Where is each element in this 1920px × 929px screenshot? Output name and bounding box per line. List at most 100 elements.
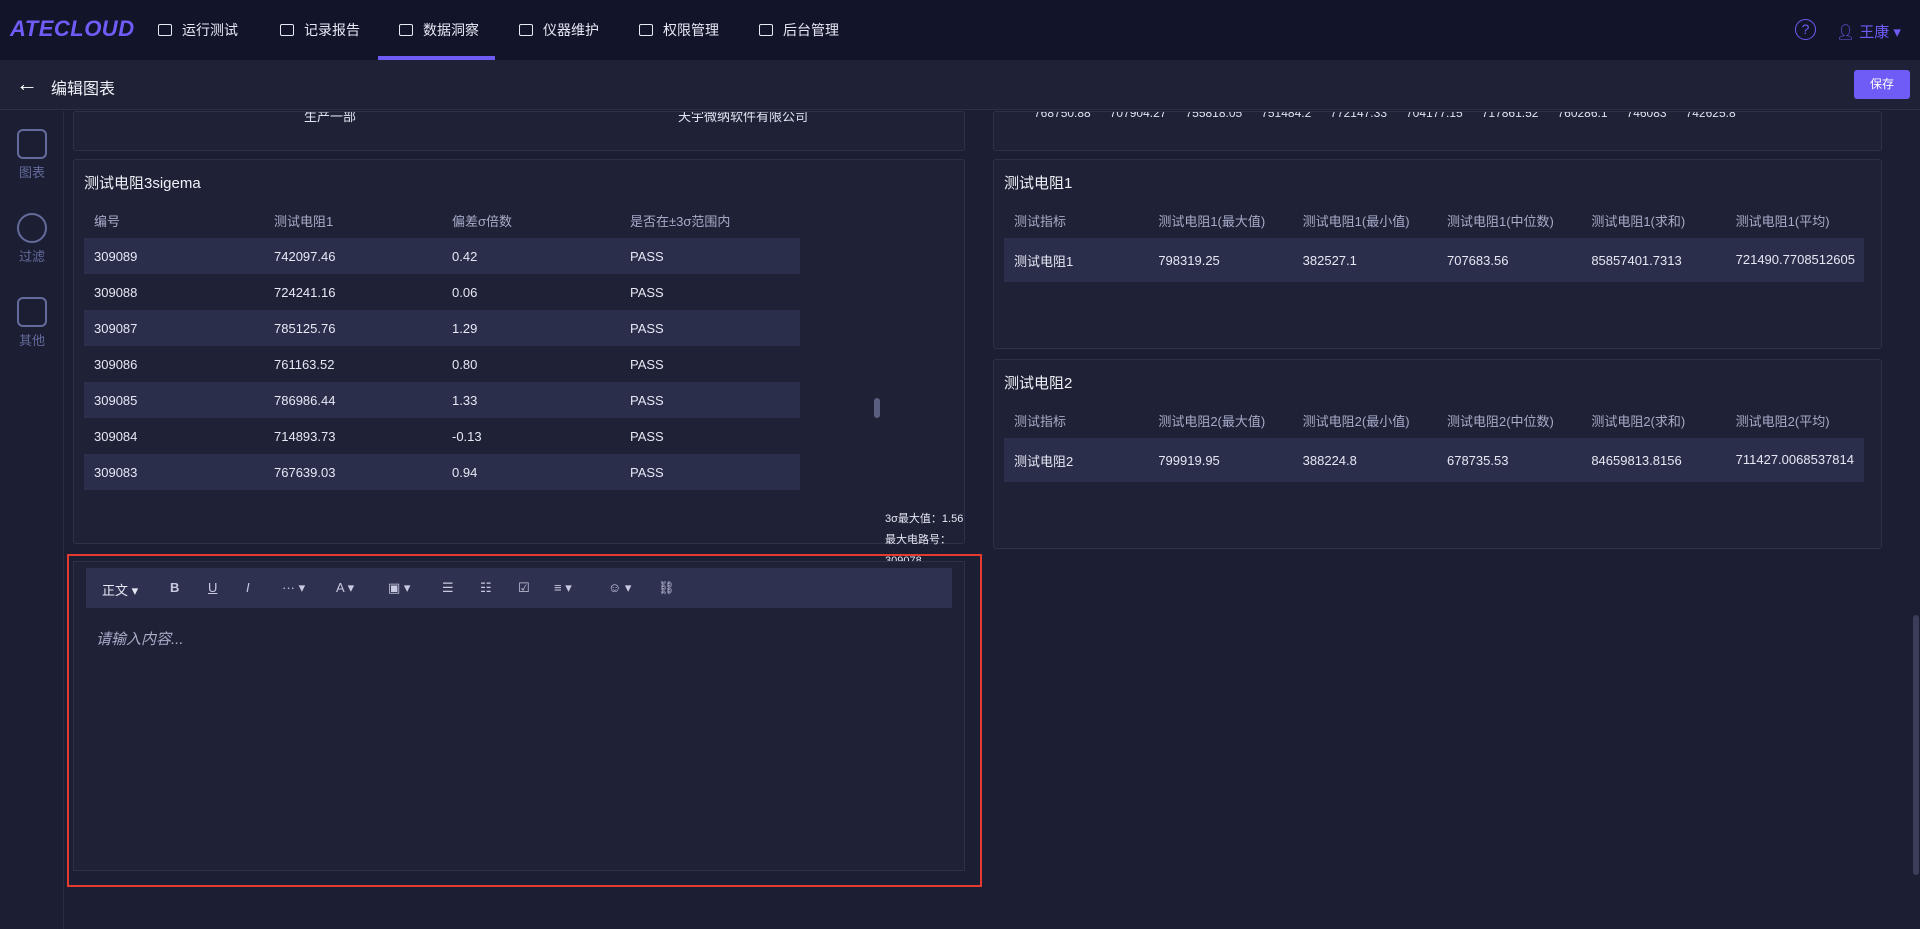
- search-icon: [17, 213, 47, 243]
- nav-label: 数据洞察: [423, 22, 479, 38]
- sigma-table-wrapper[interactable]: 编号 测试电阻1 偏差σ倍数 是否在±3σ范围内 309089 742097.46…: [84, 202, 800, 502]
- nav-record-report[interactable]: 记录报告: [280, 0, 360, 60]
- column-header: 是否在±3σ范围内: [630, 213, 731, 229]
- table-cell: PASS: [620, 418, 800, 454]
- column-header: 测试电阻2(求和): [1591, 413, 1686, 429]
- stat-line: 3σ最大值：1.56: [885, 513, 964, 525]
- partial-data-card: 768750.88 707904.27 755818.05 751484.2 77214…: [993, 111, 1882, 151]
- table-cell: 0.42: [442, 238, 620, 274]
- clipboard-icon: [280, 24, 294, 36]
- gear-icon: [639, 24, 653, 36]
- table-cell: 714893.73: [264, 418, 442, 454]
- sidebar-item-chart[interactable]: 图表: [0, 129, 64, 181]
- table-cell: 1.29: [442, 310, 620, 346]
- table-cell: 707683.56: [1436, 238, 1582, 282]
- sidebar-item-other[interactable]: 其他: [0, 297, 64, 349]
- table-cell: 707904.27: [1109, 111, 1167, 120]
- card-title: 测试电阻3sigema: [84, 175, 201, 192]
- user-name: 王康: [1859, 24, 1890, 41]
- table-cell: 721490.7708512605: [1725, 238, 1864, 282]
- app-logo[interactable]: ATECLOUD: [10, 16, 135, 42]
- table-cell: 711427.0068537814: [1725, 438, 1864, 482]
- sigma-card: 测试电阻3sigema 编号 测试电阻1 偏差σ倍数 是否在±3σ范围内 309…: [73, 159, 965, 777]
- nav-run-test[interactable]: 运行测试: [158, 0, 238, 60]
- user-menu[interactable]: 👤︎ 王康 ▾: [1836, 21, 1901, 42]
- table-cell: 786986.44: [264, 382, 442, 418]
- selection-highlight: [67, 554, 982, 887]
- column-header: 测试指标: [1014, 413, 1067, 429]
- table-cell: 717861.52: [1481, 111, 1539, 120]
- table-cell: 382527.1: [1292, 238, 1437, 282]
- table-cell: 测试电阻1: [1004, 238, 1149, 282]
- partial-table-card: 生产一部 天宇微纳软件有限公司: [73, 111, 965, 151]
- settings-icon: [759, 24, 773, 36]
- table-row[interactable]: 309082791762.671.42PASS: [84, 490, 800, 502]
- table-cell: 724241.16: [264, 274, 442, 310]
- column-header: 测试电阻1(最小值): [1302, 213, 1410, 229]
- sidebar-item-label: 图表: [18, 165, 45, 180]
- back-arrow-icon[interactable]: ←: [16, 73, 38, 95]
- table-cell: 生产一部: [304, 111, 357, 124]
- table-cell: 755818.05: [1185, 111, 1243, 120]
- nav-backend-management[interactable]: 后台管理: [759, 0, 839, 60]
- table-row[interactable]: 309086 761163.52 0.80 PASS: [84, 346, 800, 382]
- table-row[interactable]: 309087 785125.76 1.29 PASS: [84, 310, 800, 346]
- resistance1-card: 测试电阻1 测试指标 测试电阻1(最大值) 测试电阻1(最小值) 测试电阻1(中位数)…: [993, 159, 1882, 349]
- table-cell: 1.33: [442, 382, 620, 418]
- table-scrollbar[interactable]: [874, 398, 880, 418]
- sidebar-item-label: 过滤: [18, 249, 45, 264]
- nav-permission-management[interactable]: 权限管理: [639, 0, 719, 60]
- nav-label: 运行测试: [182, 22, 238, 38]
- table-cell: 785125.76: [264, 310, 442, 346]
- table-cell: 0.80: [442, 346, 620, 382]
- table-cell: 799919.95: [1148, 438, 1293, 482]
- table-cell: 309085: [84, 382, 264, 418]
- column-header: 测试指标: [1014, 213, 1067, 229]
- page-title: 编辑图表: [51, 81, 116, 98]
- table-cell: 791762.67: [264, 490, 442, 502]
- nav-label: 记录报告: [304, 22, 360, 38]
- bar-chart-icon: [17, 129, 47, 159]
- table-cell: 761163.52: [264, 346, 442, 382]
- table-cell: PASS: [620, 346, 800, 382]
- table-row[interactable]: 309084 714893.73 -0.13 PASS: [84, 418, 800, 454]
- table-cell: PASS: [620, 310, 800, 346]
- nav-instrument-maintenance[interactable]: 仪器维护: [519, 0, 599, 60]
- card-title: 测试电阻2: [1004, 375, 1073, 392]
- table-row[interactable]: 309089 742097.46 0.42 PASS: [84, 238, 800, 274]
- table-cell: -0.13: [442, 418, 620, 454]
- card-title: 测试电阻1: [1004, 175, 1073, 192]
- table-cell: 84659813.8156: [1581, 438, 1726, 482]
- table-cell: 678735.53: [1436, 438, 1582, 482]
- left-sidebar: 图表 过滤 其他: [0, 111, 64, 929]
- top-navigation-bar: ATECLOUD 运行测试 记录报告 数据洞察 仪器维护 权限管理 后台管理 ?…: [0, 0, 1920, 60]
- table-cell: 0.94: [442, 454, 620, 490]
- instrument-icon: [519, 24, 533, 36]
- column-header: 测试电阻2(中位数): [1446, 413, 1554, 429]
- sidebar-item-filter[interactable]: 过滤: [0, 213, 64, 265]
- table-cell: 天宇微纳软件有限公司: [678, 111, 809, 124]
- column-header: 测试电阻1(中位数): [1446, 213, 1554, 229]
- table-cell: 309082: [84, 490, 264, 502]
- nav-data-insight[interactable]: 数据洞察: [378, 0, 495, 60]
- table-cell: PASS: [620, 238, 800, 274]
- column-header: 测试电阻1(求和): [1591, 213, 1686, 229]
- table-row[interactable]: 309088 724241.16 0.06 PASS: [84, 274, 800, 310]
- chart-icon: [158, 24, 172, 36]
- column-header: 测试电阻2(最小值): [1302, 413, 1410, 429]
- table-row[interactable]: 309083 767639.03 0.94 PASS: [84, 454, 800, 490]
- page-scrollbar[interactable]: [1913, 615, 1919, 875]
- help-icon[interactable]: ?: [1795, 19, 1816, 40]
- table-cell: PASS: [620, 274, 800, 310]
- table-cell: 751484.2: [1261, 111, 1312, 120]
- table-row[interactable]: 309085 786986.44 1.33 PASS: [84, 382, 800, 418]
- table-cell: 1.42: [442, 490, 620, 502]
- column-header: 测试电阻1(最大值): [1158, 213, 1266, 229]
- column-header: 测试电阻1: [274, 213, 334, 229]
- save-button[interactable]: 保存: [1854, 70, 1910, 99]
- table-cell: 309088: [84, 274, 264, 310]
- resistance2-card: 测试电阻2 测试指标 测试电阻2(最大值) 测试电阻2(最小值) 测试电阻2(中位数)…: [993, 359, 1882, 549]
- nav-label: 仪器维护: [543, 22, 599, 38]
- monitor-icon: [399, 24, 413, 36]
- column-header: 偏差σ倍数: [452, 213, 513, 229]
